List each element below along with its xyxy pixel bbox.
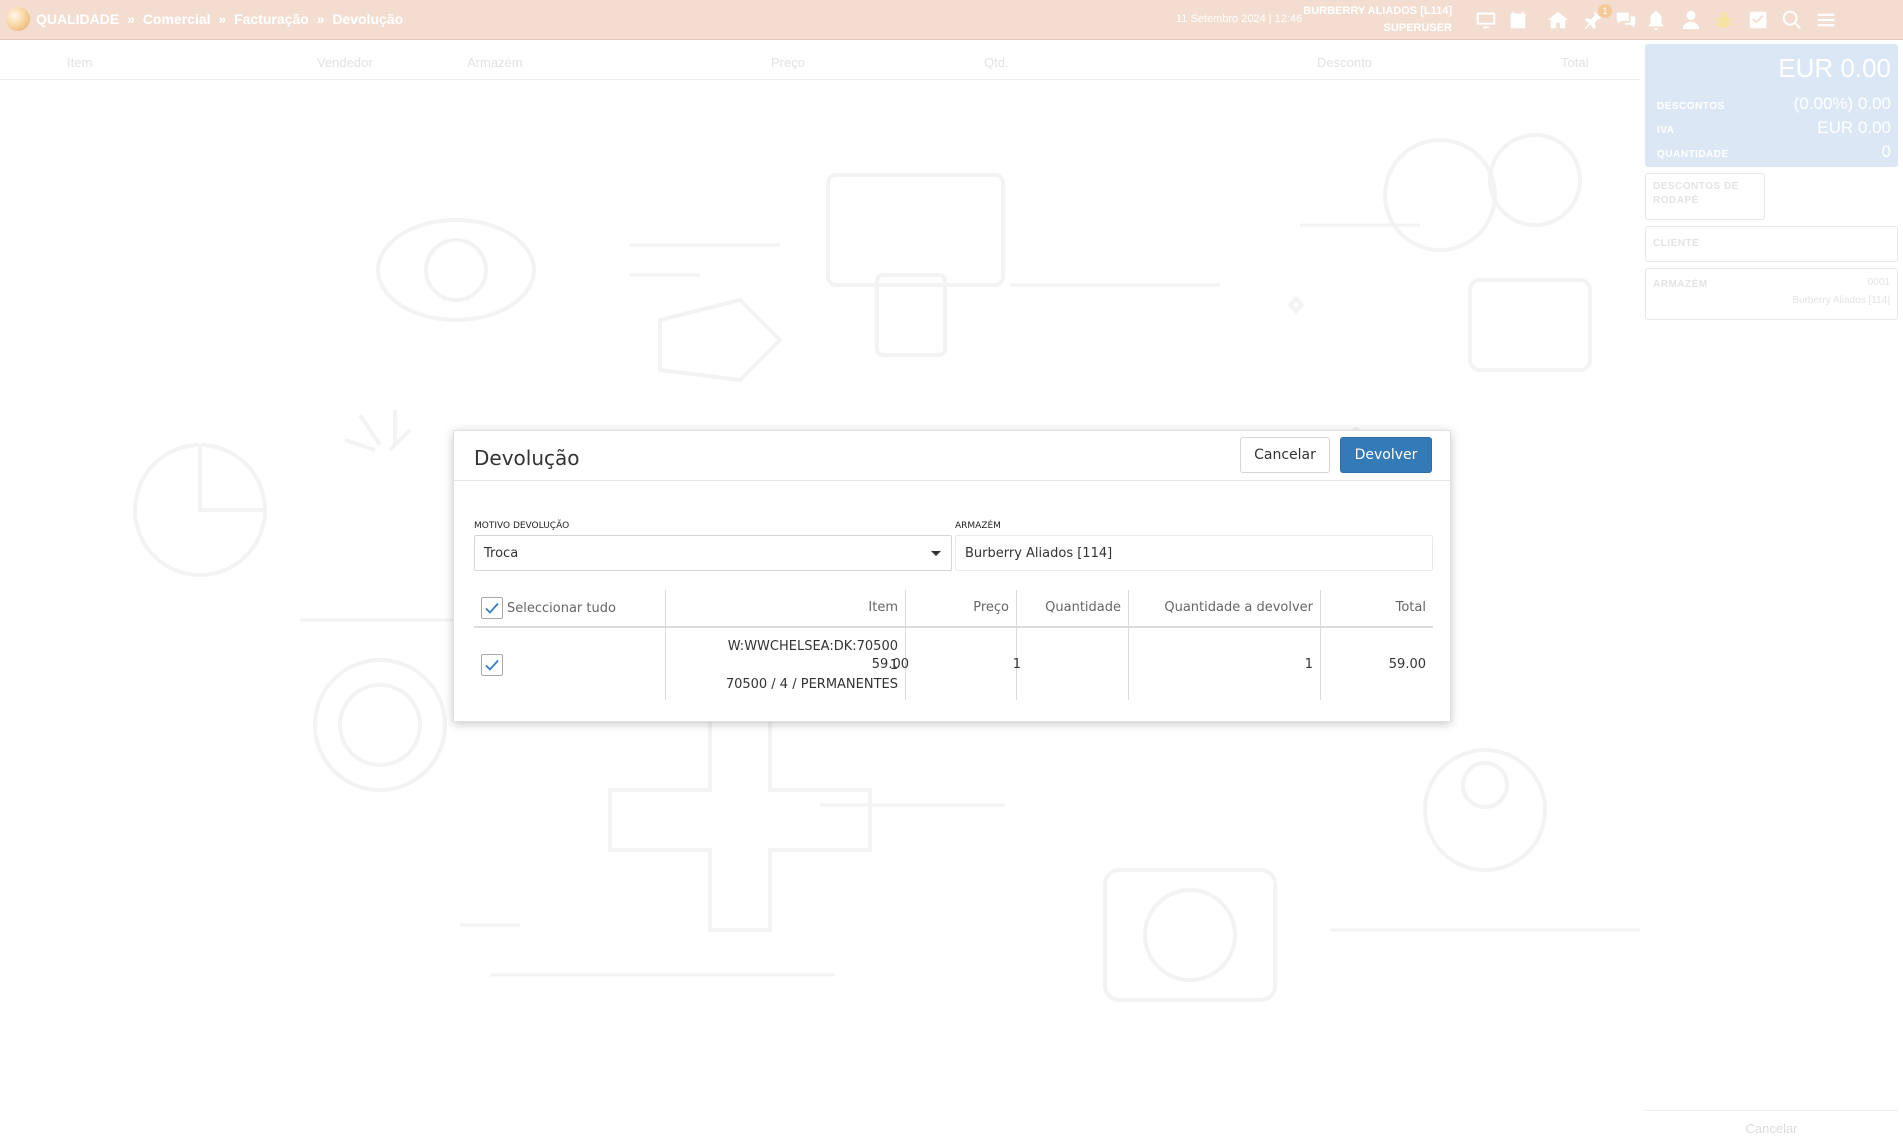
checkmark-icon	[485, 659, 499, 671]
warehouse-field[interactable]: Burberry Aliados [114]	[955, 535, 1433, 571]
bug-icon[interactable]	[1710, 6, 1738, 34]
return-button[interactable]: Devolver	[1340, 437, 1432, 473]
return-reason-value: Troca	[484, 546, 519, 561]
top-bar: QUALIDADE » Comercial » Facturação » Dev…	[0, 0, 1903, 40]
right-panel: EUR 0.00 DESCONTOS (0.00%) 0.00 IVA EUR …	[1645, 44, 1898, 320]
breadcrumb: QUALIDADE » Comercial » Facturação » Dev…	[36, 11, 403, 27]
warehouse-name: Burberry Aliados [114]	[1792, 295, 1890, 306]
column-quantity: Qtd.	[984, 55, 1009, 70]
warehouse-panel[interactable]: ARMAZÉM 0001 Burberry Aliados [114]	[1645, 268, 1898, 320]
header-price: Preço	[905, 590, 1016, 628]
header-total: Total	[1320, 590, 1433, 628]
user-icon[interactable]	[1677, 6, 1705, 34]
warehouse-label: ARMAZÉM	[1653, 279, 1708, 290]
dialog-header: Devolução Cancelar Devolver	[454, 431, 1450, 481]
column-total: Total	[1561, 55, 1589, 70]
column-warehouse: Armazém	[467, 55, 523, 70]
checkmark-icon	[485, 602, 499, 614]
chevron-down-icon	[931, 551, 941, 556]
header-item-label: Item	[868, 600, 898, 615]
row-total: 59.00	[1388, 657, 1426, 672]
footer-discounts-label: DESCONTOS DE RODAPÉ	[1653, 181, 1739, 206]
user-role: SUPERUSER	[1383, 22, 1452, 34]
select-all-label: Seleccionar tudo	[507, 601, 616, 616]
order-summary: EUR 0.00 DESCONTOS (0.00%) 0.00 IVA EUR …	[1645, 44, 1898, 167]
summary-total: EUR 0.00	[1778, 53, 1891, 83]
header-quantity: Quantidade	[1016, 590, 1128, 628]
breadcrumb-separator: »	[218, 11, 227, 27]
summary-quantity-row: QUANTIDADE 0	[1657, 142, 1891, 162]
breadcrumb-item-comercial[interactable]: Comercial	[143, 11, 211, 27]
panel-cancel-button[interactable]: Cancelar	[1645, 1110, 1898, 1146]
header-quantity-return: Quantidade a devolver	[1128, 590, 1320, 628]
checkbox-icon[interactable]	[1744, 6, 1772, 34]
store-name: BURBERRY ALIADOS [L114]	[1303, 5, 1452, 17]
row-checkbox[interactable]	[481, 654, 503, 676]
summary-vat-label: IVA	[1657, 125, 1675, 136]
summary-vat-value: EUR 0.00	[1817, 118, 1891, 137]
app-logo[interactable]	[6, 7, 30, 31]
user-info[interactable]: BURBERRY ALIADOS [L114] SUPERUSER	[1300, 3, 1452, 37]
breadcrumb-separator: »	[127, 11, 135, 27]
breadcrumb-separator: »	[316, 11, 325, 27]
row-price: 59.00	[871, 657, 909, 672]
bell-icon[interactable]	[1642, 6, 1670, 34]
breadcrumb-item-devolucao: Devolução	[332, 11, 404, 27]
breadcrumb-item-facturacao[interactable]: Facturação	[234, 11, 309, 27]
summary-quantity-label: QUANTIDADE	[1657, 149, 1729, 160]
calendar-icon[interactable]	[1504, 6, 1532, 34]
return-reason-select[interactable]: Troca	[474, 535, 952, 571]
warehouse-code: 0001	[1867, 277, 1890, 288]
return-reason-label: MOTIVO DEVOLUÇÃO	[474, 521, 570, 531]
summary-discounts-value: (0.00%) 0.00	[1793, 94, 1891, 113]
items-table-header: Item Vendedor Armazém Preço Qtd. Descont…	[0, 50, 1640, 80]
search-icon[interactable]	[1778, 6, 1806, 34]
row-item-code: W:WWCHELSEA:DK:70500	[727, 639, 898, 654]
warehouse-field-value: Burberry Aliados [114]	[965, 546, 1113, 561]
menu-icon[interactable]	[1812, 6, 1840, 34]
header-total-label: Total	[1395, 600, 1426, 615]
header-item: Item	[665, 590, 905, 628]
monitor-icon[interactable]	[1472, 6, 1500, 34]
row-quantity-return[interactable]: 1	[1305, 657, 1313, 672]
warehouse-field-label: ARMAZÉM	[955, 521, 1001, 531]
header-price-label: Preço	[973, 600, 1009, 615]
row-item-variant: 70500 / 4 / PERMANENTES	[725, 677, 898, 692]
summary-quantity-value: 0	[1881, 142, 1891, 161]
row-item-cell: W:WWCHELSEA:DK:70500 1 70500 / 4 / PERMA…	[665, 628, 905, 700]
summary-discounts-label: DESCONTOS	[1657, 101, 1725, 112]
dialog-title: Devolução	[474, 446, 580, 470]
breadcrumb-root[interactable]: QUALIDADE	[36, 11, 119, 27]
column-item: Item	[67, 55, 93, 70]
summary-vat-row: IVA EUR 0.00	[1657, 118, 1891, 138]
client-panel[interactable]: CLIENTE	[1645, 226, 1898, 262]
cancel-button[interactable]: Cancelar	[1240, 437, 1330, 473]
row-quantity: 1	[1012, 657, 1021, 672]
select-all-header: Seleccionar tudo	[474, 590, 665, 628]
summary-discounts-row: DESCONTOS (0.00%) 0.00	[1657, 94, 1891, 114]
return-dialog: Devolução Cancelar Devolver MOTIVO DEVOL…	[453, 430, 1451, 722]
home-icon[interactable]	[1544, 6, 1572, 34]
header-quantity-label: Quantidade	[1045, 600, 1121, 615]
client-label: CLIENTE	[1653, 238, 1700, 249]
pin-icon[interactable]: 1	[1578, 4, 1612, 34]
column-price: Preço	[771, 55, 805, 70]
header-quantity-return-label: Quantidade a devolver	[1164, 600, 1313, 615]
footer-discounts-panel[interactable]: DESCONTOS DE RODAPÉ	[1645, 173, 1765, 220]
current-datetime: 11 Setembro 2024 | 12:46	[1176, 13, 1303, 25]
select-all-checkbox[interactable]	[481, 597, 503, 619]
pin-badge: 1	[1598, 4, 1612, 18]
column-discount: Desconto	[1317, 55, 1372, 70]
chat-icon[interactable]	[1612, 6, 1640, 34]
table-row[interactable]: W:WWCHELSEA:DK:70500 1 70500 / 4 / PERMA…	[474, 628, 1433, 700]
column-seller: Vendedor	[317, 55, 373, 70]
